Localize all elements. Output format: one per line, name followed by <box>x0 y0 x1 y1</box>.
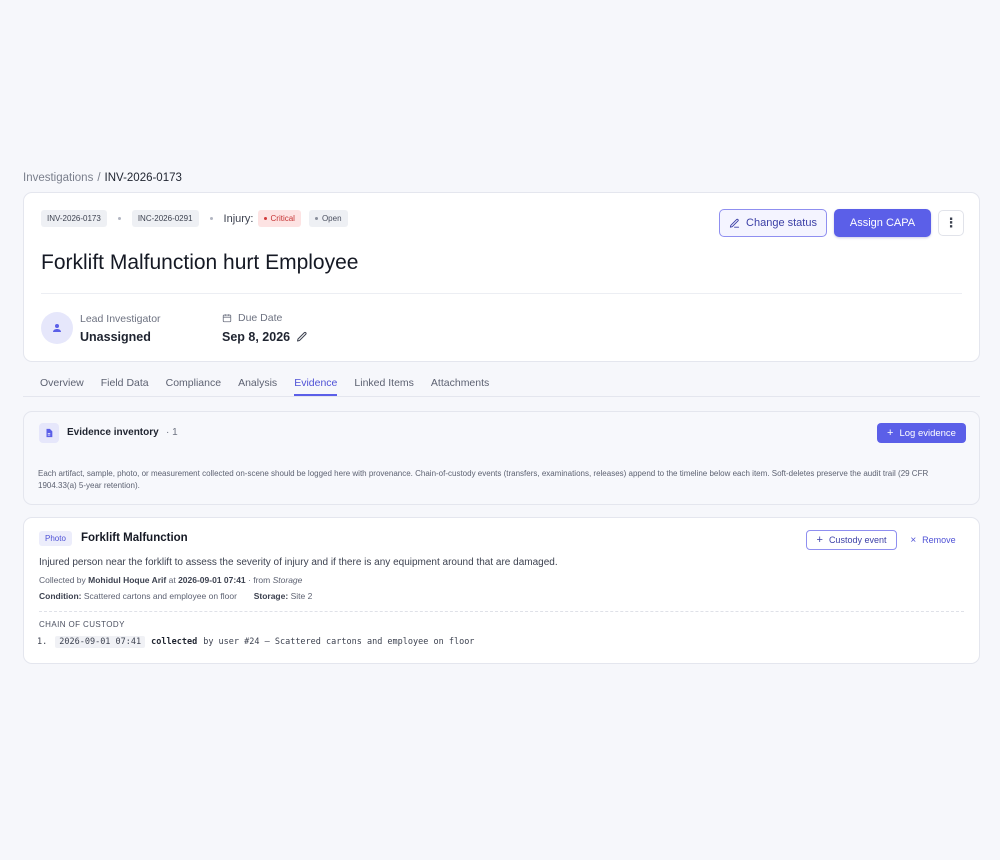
entry-action: collected <box>151 637 198 647</box>
investigation-id-tag: INV-2026-0173 <box>41 210 107 227</box>
change-status-label: Change status <box>746 217 817 229</box>
change-status-button[interactable]: Change status <box>719 209 827 237</box>
storage-label: Storage: <box>253 591 289 601</box>
tab-attachments[interactable]: Attachments <box>431 373 489 396</box>
plus-icon: + <box>887 427 894 439</box>
due-date-label-row: Due Date <box>222 312 282 324</box>
user-icon <box>51 322 63 334</box>
tab-overview[interactable]: Overview <box>40 373 84 396</box>
remove-evidence-button[interactable]: × Remove <box>906 530 960 550</box>
breadcrumb: Investigations / INV-2026-0173 <box>23 172 182 184</box>
divider <box>41 293 962 294</box>
collected-at: 2026-09-01 07:41 <box>178 575 246 585</box>
document-icon <box>39 423 59 443</box>
assign-capa-label: Assign CAPA <box>849 217 916 229</box>
plus-icon: + <box>816 534 823 546</box>
storage-value: Site 2 <box>290 591 313 601</box>
collected-by: Mohidul Hoque Arif <box>88 575 167 585</box>
evidence-title: Forklift Malfunction <box>81 532 188 544</box>
tab-field-data[interactable]: Field Data <box>101 373 149 396</box>
tab-bar: Overview Field Data Compliance Analysis … <box>23 373 980 397</box>
condition-value: Scattered cartons and employee on floor <box>83 591 237 601</box>
dot-separator <box>209 217 213 220</box>
tab-compliance[interactable]: Compliance <box>166 373 221 396</box>
entry-detail: by user #24 — Scattered cartons and empl… <box>203 637 475 647</box>
severity-badge: Critical <box>257 210 301 227</box>
breadcrumb-separator: / <box>97 172 101 184</box>
more-options-button[interactable]: ⋮ <box>938 210 964 236</box>
investigation-header-card: INV-2026-0173 INC-2026-0291 Injury: Crit… <box>23 192 980 362</box>
collected-info: Collected by Mohidul Hoque Arif at 2026-… <box>39 575 302 585</box>
evidence-type-badge: Photo <box>39 531 72 546</box>
dot-separator <box>117 217 121 220</box>
avatar <box>41 312 73 344</box>
evidence-description: Injured person near the forklift to asse… <box>39 557 558 568</box>
condition-label: Condition: <box>39 591 82 601</box>
chain-of-custody-heading: CHAIN OF CUSTODY <box>39 620 125 629</box>
chain-of-custody-entry: 1. 2026-09-01 07:41 collected by user #2… <box>37 636 474 648</box>
lead-investigator-label: Lead Investigator <box>80 313 161 325</box>
breadcrumb-current: INV-2026-0173 <box>104 172 182 184</box>
breadcrumb-root[interactable]: Investigations <box>23 172 93 184</box>
from-prefix: · from <box>248 575 271 585</box>
page-title: Forklift Malfunction hurt Employee <box>41 251 359 274</box>
close-icon: × <box>910 534 917 546</box>
tab-linked-items[interactable]: Linked Items <box>354 373 414 396</box>
due-date-value: Sep 8, 2026 <box>222 330 291 344</box>
due-date-value-row: Sep 8, 2026 <box>222 330 308 344</box>
condition-storage-row: Condition: Scattered cartons and employe… <box>39 591 312 601</box>
incident-id-tag[interactable]: INC-2026-0291 <box>131 210 199 227</box>
meta-row: INV-2026-0173 INC-2026-0291 Injury: Crit… <box>41 210 348 227</box>
more-vertical-icon: ⋮ <box>944 215 958 230</box>
collected-from: Storage <box>272 575 303 585</box>
inventory-description: Each artifact, sample, photo, or measure… <box>38 469 929 490</box>
collected-at-prefix: at <box>168 575 176 585</box>
custody-event-button[interactable]: + Custody event <box>806 530 897 550</box>
custody-event-label: Custody event <box>828 535 887 545</box>
status-text: Open <box>321 214 342 223</box>
log-evidence-label: Log evidence <box>899 427 956 439</box>
evidence-item-card: Photo Forklift Malfunction + Custody eve… <box>23 517 980 664</box>
edit-due-date-button[interactable] <box>296 331 308 343</box>
status-badge: Open <box>308 210 348 227</box>
injury-label: Injury: <box>223 212 254 225</box>
evidence-inventory-card: Evidence inventory · 1 + Log evidence Ea… <box>23 411 980 505</box>
pencil-icon <box>729 218 746 229</box>
severity-text: Critical <box>270 214 295 223</box>
remove-label: Remove <box>922 535 956 545</box>
inventory-count: · 1 <box>166 427 178 438</box>
entry-timestamp: 2026-09-01 07:41 <box>55 636 146 648</box>
assign-capa-button[interactable]: Assign CAPA <box>834 209 931 237</box>
collected-prefix: Collected by <box>39 575 86 585</box>
lead-investigator-value: Unassigned <box>80 330 151 344</box>
pencil-icon <box>296 331 308 343</box>
tab-analysis[interactable]: Analysis <box>238 373 277 396</box>
divider <box>39 611 964 612</box>
tab-evidence[interactable]: Evidence <box>294 373 338 396</box>
entry-number: 1. <box>37 637 48 647</box>
inventory-title: Evidence inventory <box>67 427 159 438</box>
calendar-icon <box>222 313 238 323</box>
log-evidence-button[interactable]: + Log evidence <box>877 423 966 443</box>
due-date-label: Due Date <box>238 312 283 324</box>
